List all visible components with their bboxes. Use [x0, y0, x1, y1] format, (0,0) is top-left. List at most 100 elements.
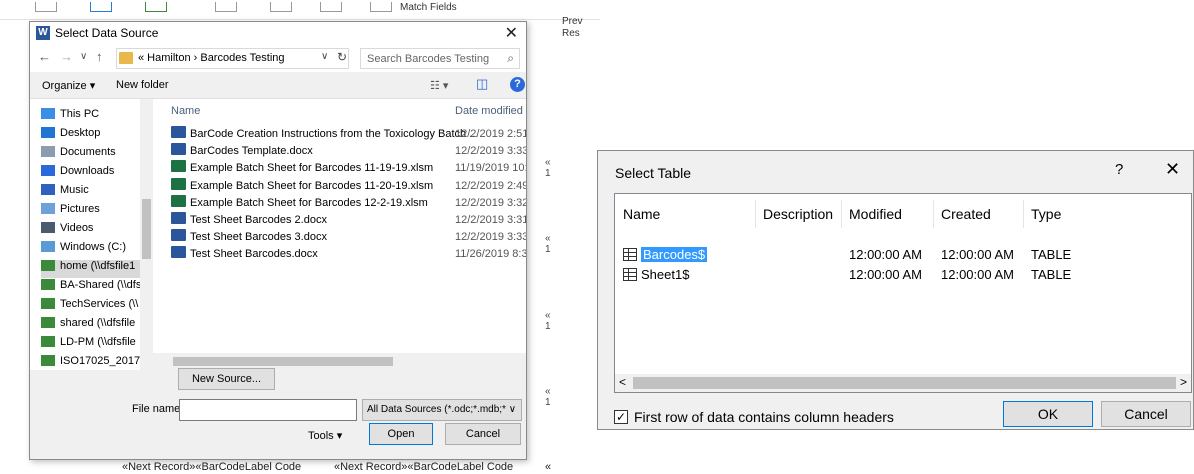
organize-menu[interactable]: Organize ▾ — [42, 79, 95, 92]
forward-arrow-icon[interactable]: → — [60, 49, 73, 64]
file-row[interactable]: BarCode Creation Instructions from the T… — [171, 126, 526, 143]
nav-item[interactable]: TechServices (\\ — [41, 298, 153, 316]
file-name: BarCode Creation Instructions from the T… — [190, 128, 479, 140]
open-button[interactable]: Open — [369, 423, 433, 445]
file-name: Test Sheet Barcodes.docx — [190, 248, 318, 261]
nav-item[interactable]: home (\\dfsfile1 — [41, 260, 153, 278]
hscrollbar-thumb[interactable] — [173, 357, 393, 366]
column-separator[interactable] — [933, 200, 934, 228]
help-icon[interactable]: ? — [1115, 161, 1123, 178]
nav-item-label: TechServices (\\ — [60, 298, 139, 310]
ribbon-greeting-icon[interactable] — [320, 2, 342, 12]
pc-icon — [41, 108, 55, 119]
ribbon-select-icon[interactable] — [90, 2, 112, 12]
nav-item[interactable]: shared (\\dfsfile — [41, 317, 153, 335]
first-row-headers-checkbox[interactable]: ✓ — [614, 410, 628, 424]
nav-item[interactable]: LD-PM (\\dfsfile — [41, 336, 153, 354]
nav-item[interactable]: Desktop — [41, 127, 153, 145]
recent-locations-icon[interactable]: ∨ — [80, 51, 87, 62]
merge-marker: « — [545, 157, 551, 168]
table-row[interactable]: Barcodes$ 12:00:00 AM 12:00:00 AM TABLE — [623, 246, 1183, 266]
table-modified-cell: 12:00:00 AM — [849, 247, 922, 262]
file-row[interactable]: BarCodes Template.docx 12/2/2019 3:33 PM — [171, 143, 526, 160]
back-arrow-icon[interactable]: ← — [38, 49, 51, 64]
column-header-name[interactable]: Name — [171, 105, 200, 117]
nav-item[interactable]: Videos — [41, 222, 153, 240]
close-icon[interactable]: ✕ — [1165, 159, 1180, 180]
preview-pane-icon[interactable]: ◫ — [476, 76, 488, 92]
merge-marker: 1 — [545, 397, 551, 408]
table-row[interactable]: Sheet1$ 12:00:00 AM 12:00:00 AM TABLE — [623, 266, 1183, 286]
merge-field-text: « — [545, 461, 552, 473]
address-bar[interactable]: « Hamilton › Barcodes Testing ∨ ↻ — [116, 48, 349, 69]
scroll-right-icon[interactable]: > — [1180, 375, 1187, 389]
nav-item[interactable]: Downloads — [41, 165, 153, 183]
new-folder-button[interactable]: New folder — [116, 79, 169, 91]
file-row[interactable]: Example Batch Sheet for Barcodes 11-20-1… — [171, 177, 526, 195]
column-separator[interactable] — [841, 200, 842, 228]
ribbon-address-icon[interactable] — [270, 2, 292, 12]
nav-item[interactable]: Documents — [41, 146, 153, 164]
excel-file-icon — [171, 160, 186, 173]
table-grid-icon — [623, 268, 637, 281]
file-date: 11/26/2019 8:39 A — [455, 248, 526, 261]
network-drive-icon — [41, 298, 55, 309]
column-header-created[interactable]: Created — [941, 206, 991, 222]
merge-marker: 1 — [545, 168, 551, 179]
nav-scrollbar[interactable] — [140, 99, 153, 370]
close-button[interactable]: ✕ — [505, 23, 518, 43]
column-separator[interactable] — [1023, 200, 1024, 228]
file-name: Test Sheet Barcodes 2.docx — [190, 214, 327, 226]
file-row[interactable]: Test Sheet Barcodes 2.docx 12/2/2019 3:31… — [171, 212, 526, 229]
file-type-filter-select[interactable]: All Data Sources (*.odc;*.mdb;* ∨ — [362, 399, 522, 421]
nav-item[interactable]: Music — [41, 184, 153, 202]
nav-item[interactable]: Windows (C:) — [41, 241, 153, 259]
file-row[interactable]: Example Batch Sheet for Barcodes 11-19-1… — [171, 160, 526, 177]
nav-item[interactable]: BA-Shared (\\dfs — [41, 279, 153, 297]
nav-item[interactable]: ISO17025_2017 — [41, 355, 153, 370]
change-view-icon[interactable]: ☷ ▾ — [430, 79, 448, 92]
ribbon-insert-icon[interactable] — [370, 2, 392, 12]
nav-item[interactable]: This PC — [41, 108, 153, 126]
file-row[interactable]: Example Batch Sheet for Barcodes 12-2-19… — [171, 194, 526, 212]
ribbon-edit-icon[interactable] — [145, 2, 167, 12]
nav-scrollbar-thumb[interactable] — [142, 199, 151, 259]
column-header-name[interactable]: Name — [623, 206, 660, 222]
new-source-button[interactable]: New Source... — [178, 368, 275, 390]
nav-item[interactable]: Pictures — [41, 203, 153, 221]
match-fields-button[interactable]: Match Fields — [400, 2, 457, 13]
hscrollbar-thumb[interactable] — [633, 377, 1176, 389]
preview-results-label[interactable]: Prev — [562, 16, 583, 27]
ribbon-start-icon[interactable] — [35, 2, 57, 12]
scroll-left-icon[interactable]: < — [619, 375, 626, 389]
cancel-button[interactable]: Cancel — [445, 423, 521, 445]
ribbon-highlight-icon[interactable] — [215, 2, 237, 12]
search-input[interactable]: Search Barcodes Testing ⌕ — [360, 48, 520, 69]
table-type-cell: TABLE — [1031, 247, 1072, 262]
first-row-headers-label[interactable]: First row of data contains column header… — [634, 409, 894, 425]
pictures-icon — [41, 203, 55, 214]
dialog-title: Select Data Source — [55, 26, 159, 40]
column-header-type[interactable]: Type — [1031, 206, 1061, 222]
column-header-modified[interactable]: Modified — [849, 206, 902, 222]
excel-file-icon — [171, 177, 186, 190]
column-separator[interactable] — [755, 200, 756, 228]
refresh-icon[interactable]: ↻ — [337, 50, 347, 64]
ok-button[interactable]: OK — [1003, 401, 1093, 427]
file-row[interactable]: Test Sheet Barcodes 3.docx 12/2/2019 3:33… — [171, 229, 526, 246]
merge-field-text: «Next Record»«BarCodeLabel Code — [122, 461, 302, 473]
cancel-button[interactable]: Cancel — [1101, 401, 1191, 427]
tools-menu[interactable]: Tools ▾ — [308, 429, 342, 442]
file-row[interactable]: Test Sheet Barcodes.docx 11/26/2019 8:39 … — [171, 246, 526, 263]
up-arrow-icon[interactable]: ↑ — [96, 49, 103, 64]
column-header-description[interactable]: Description — [763, 206, 833, 222]
table-list-hscrollbar[interactable]: < > — [615, 374, 1191, 392]
help-icon[interactable]: ? — [510, 77, 525, 92]
breadcrumb[interactable]: « Hamilton › Barcodes Testing — [138, 52, 285, 64]
merge-marker: 1 — [545, 321, 551, 332]
file-name-input[interactable] — [179, 399, 357, 421]
address-dropdown-icon[interactable]: ∨ — [321, 51, 328, 62]
folder-icon — [119, 52, 133, 64]
search-icon[interactable]: ⌕ — [507, 51, 514, 66]
column-header-date[interactable]: Date modified — [455, 105, 523, 117]
